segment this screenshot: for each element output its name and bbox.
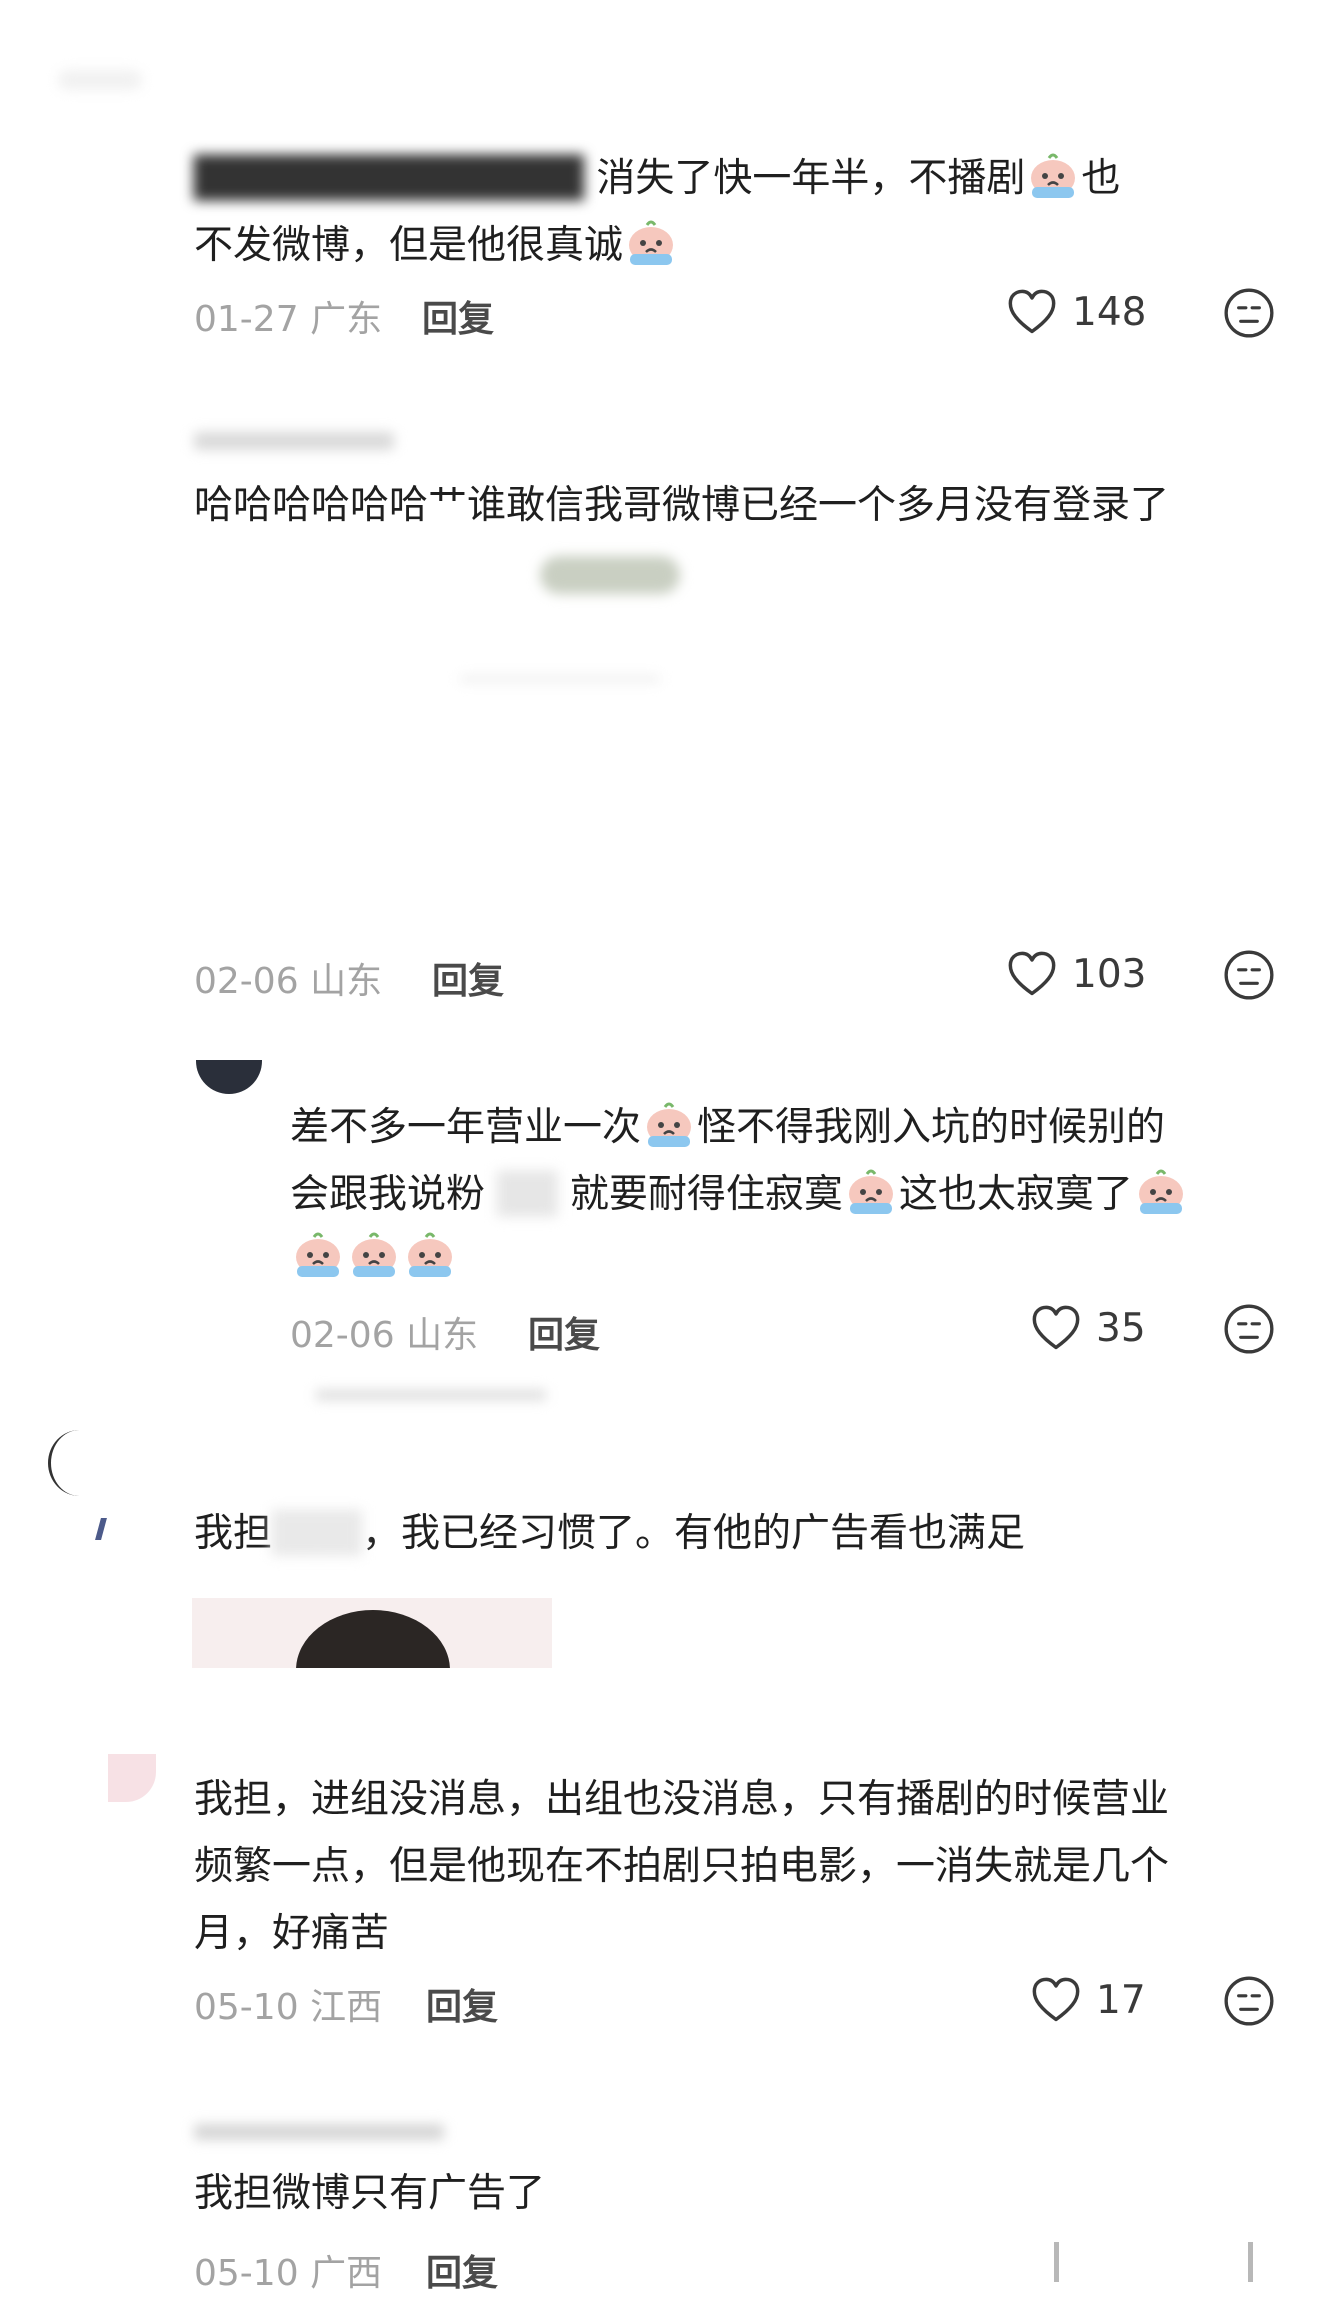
comment-text: 差不多一年营业一次 怪不得我刚入坑的时候别的 bbox=[290, 1094, 1165, 1161]
comment-text: 会跟我说粉 ██ 就要耐得住寂寞 这也太寂寞了 bbox=[290, 1161, 1189, 1228]
photo-subject bbox=[296, 1610, 450, 1668]
avatar bbox=[58, 70, 142, 90]
avatar[interactable] bbox=[196, 1060, 262, 1094]
like-button[interactable]: 103 bbox=[1006, 948, 1146, 1000]
heart-outline-icon bbox=[1006, 948, 1058, 1000]
comment-date: 05-10 广西 bbox=[194, 2253, 383, 2294]
neutral-face-icon[interactable] bbox=[1222, 1302, 1276, 1356]
neutral-face-icon[interactable] bbox=[1222, 948, 1276, 1002]
reply-button[interactable]: 回复 bbox=[426, 2244, 498, 2296]
avatar[interactable] bbox=[48, 1430, 111, 1496]
like-icon-partial bbox=[1054, 2242, 1059, 2282]
neutral-face-icon[interactable] bbox=[1222, 286, 1276, 340]
avatar[interactable] bbox=[108, 1754, 156, 1802]
crying-peach-emoji-icon bbox=[1135, 1165, 1187, 1217]
comment-text: █████████████ 消失了快一年半，不播剧也 bbox=[194, 145, 1120, 212]
comment-text: 哈哈哈哈哈哈艹谁敢信我哥微博已经一个多月没有登录了 bbox=[194, 483, 1170, 528]
crying-peach-emoji-icon bbox=[404, 1228, 456, 1280]
comment-image bbox=[540, 556, 680, 594]
crying-peach-emoji-icon bbox=[292, 1228, 344, 1280]
obscured-text: ███ bbox=[272, 1511, 362, 1556]
comment-text: 不发微博，但是他很真诚 bbox=[194, 212, 679, 279]
comment-image bbox=[192, 1598, 552, 1668]
reply-button[interactable]: 回复 bbox=[528, 1306, 600, 1358]
comment-text: 我担微博只有广告了 bbox=[194, 2171, 546, 2216]
obscured-text: █████████████ bbox=[194, 156, 584, 201]
crying-peach-emoji-icon bbox=[348, 1228, 400, 1280]
comment-date: 05-10 江西 bbox=[194, 1987, 383, 2028]
heart-outline-icon bbox=[1006, 286, 1058, 338]
comment-date: 01-27 广东 bbox=[194, 299, 383, 340]
reply-button[interactable]: 回复 bbox=[432, 952, 504, 1004]
obscured-text: ██ bbox=[497, 1172, 558, 1217]
like-button[interactable]: 35 bbox=[1030, 1302, 1146, 1354]
comment-date: 02-06 山东 bbox=[290, 1315, 479, 1356]
username bbox=[194, 2124, 444, 2140]
dislike-icon-partial bbox=[1248, 2242, 1253, 2282]
avatar-mark bbox=[95, 1518, 107, 1540]
like-button[interactable]: 17 bbox=[1030, 1974, 1146, 2026]
more-replies-link[interactable] bbox=[316, 1390, 546, 1400]
emoji-row bbox=[290, 1228, 458, 1280]
crying-peach-emoji-icon bbox=[1027, 149, 1079, 201]
crying-peach-emoji-icon bbox=[643, 1098, 695, 1150]
reply-button[interactable]: 回复 bbox=[426, 1978, 498, 2030]
comment-text: 月，好痛苦 bbox=[194, 1911, 390, 1956]
crying-peach-emoji-icon bbox=[625, 216, 677, 268]
comment-text: 我担███，我已经习惯了。有他的广告看也满足 bbox=[194, 1511, 1026, 1556]
heart-outline-icon bbox=[1030, 1302, 1082, 1354]
username bbox=[194, 432, 394, 450]
comment-text: 我担，进组没消息，出组也没消息，只有播剧的时候营业 bbox=[194, 1777, 1170, 1822]
heart-outline-icon bbox=[1030, 1974, 1082, 2026]
comment-image bbox=[460, 676, 660, 682]
neutral-face-icon[interactable] bbox=[1222, 1974, 1276, 2028]
crying-peach-emoji-icon bbox=[845, 1165, 897, 1217]
reply-button[interactable]: 回复 bbox=[422, 290, 494, 342]
like-button[interactable]: 148 bbox=[1006, 286, 1146, 338]
comment-text: 频繁一点，但是他现在不拍剧只拍电影，一消失就是几个 bbox=[194, 1844, 1170, 1889]
comment-date: 02-06 山东 bbox=[194, 961, 383, 1002]
